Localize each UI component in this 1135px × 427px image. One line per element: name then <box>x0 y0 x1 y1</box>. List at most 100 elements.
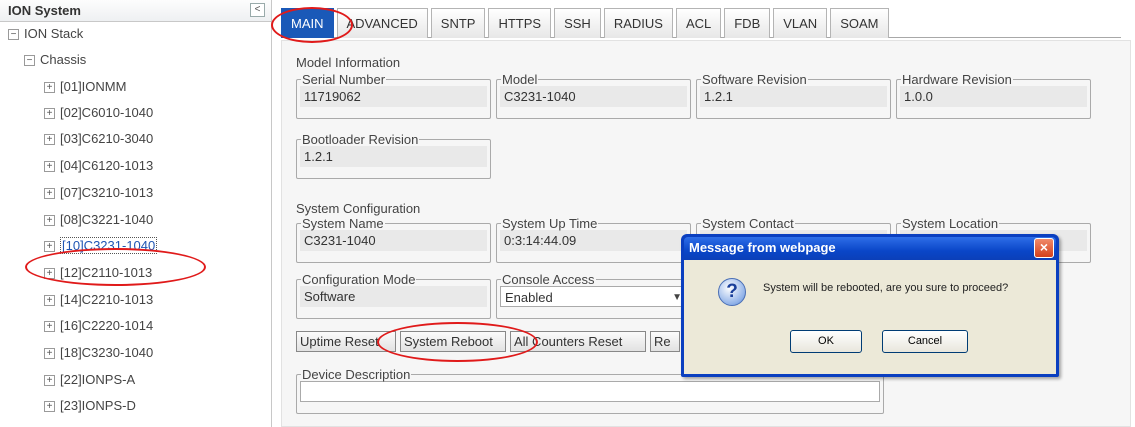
tree-item-slot-23[interactable]: + [23]IONPS-D <box>44 396 136 416</box>
tree-item-slot-04[interactable]: + [04]C6120-1013 <box>44 156 153 176</box>
tab-advanced[interactable]: ADVANCED <box>336 8 428 38</box>
cancel-button[interactable]: Cancel <box>882 330 968 353</box>
tree-item-slot-18[interactable]: + [18]C3230-1040 <box>44 343 153 363</box>
serial-number-field: Serial Number 11719062 <box>296 73 491 119</box>
expand-toggle-icon[interactable]: + <box>44 161 55 173</box>
ok-button[interactable]: OK <box>790 330 862 353</box>
tree-node-ion-stack[interactable]: − ION Stack <box>8 24 83 44</box>
tree-item-label: [18]C3230-1040 <box>60 345 154 360</box>
expand-toggle-icon[interactable]: + <box>44 108 55 120</box>
tree-node-label: ION Stack <box>24 26 84 41</box>
tree-item-slot-08[interactable]: + [08]C3221-1040 <box>44 210 153 230</box>
tree-item-slot-10-selected[interactable]: + [10]C3231-1040 <box>44 236 158 256</box>
navigation-tree-panel: ION System < − ION Stack − Chassis + [01]IO… <box>0 0 272 427</box>
system-up-time-label: System Up Time <box>502 216 598 231</box>
configuration-mode-label: Configuration Mode <box>302 272 416 287</box>
system-name-input[interactable]: C3231-1040 <box>300 230 487 251</box>
configuration-mode-value: Software <box>300 286 487 307</box>
collapse-toggle-icon[interactable]: − <box>24 55 35 67</box>
expand-toggle-icon[interactable]: + <box>44 241 55 253</box>
tree-item-slot-16[interactable]: + [16]C2220-1014 <box>44 316 153 336</box>
tree-item-label: [23]IONPS-D <box>60 398 136 413</box>
close-icon[interactable]: × <box>1034 238 1054 258</box>
tree-item-label: [07]C3210-1013 <box>60 185 154 200</box>
tree-header: ION System < <box>0 0 271 22</box>
tab-acl[interactable]: ACL <box>675 8 722 38</box>
serial-number-value: 11719062 <box>300 86 487 107</box>
tree-item-slot-01[interactable]: + [01]IONMM <box>44 77 126 97</box>
device-description-input[interactable] <box>300 381 880 402</box>
tree-item-label: [14]C2210-1013 <box>60 292 154 307</box>
software-revision-field: Software Revision 1.2.1 <box>696 73 891 119</box>
expand-toggle-icon[interactable]: + <box>44 348 55 360</box>
collapse-panel-button[interactable]: < <box>250 3 265 17</box>
bootloader-revision-field: Bootloader Revision 1.2.1 <box>296 133 491 179</box>
hardware-revision-value: 1.0.0 <box>900 86 1087 107</box>
system-name-field: System Name C3231-1040 <box>296 217 491 263</box>
all-counters-reset-button[interactable]: All Counters Reset <box>510 331 646 352</box>
tree-item-label: [03]C6210-3040 <box>60 131 154 146</box>
expand-toggle-icon[interactable]: + <box>44 188 55 200</box>
bootloader-revision-label: Bootloader Revision <box>302 132 419 147</box>
tree-node-chassis[interactable]: − Chassis <box>24 50 86 70</box>
system-configuration-heading: System Configuration <box>296 201 421 216</box>
system-up-time-field: System Up Time 0:3:14:44.09 <box>496 217 691 263</box>
expand-toggle-icon[interactable]: + <box>44 268 55 280</box>
hardware-revision-label: Hardware Revision <box>902 72 1012 87</box>
confirm-dialog: Message from webpage × ? System will be … <box>681 234 1059 377</box>
expand-toggle-icon[interactable]: + <box>44 375 55 387</box>
tab-soam[interactable]: SOAM <box>830 8 889 38</box>
console-access-field: Console Access Enabled ▼ <box>496 273 691 319</box>
tree-item-label: [08]C3221-1040 <box>60 212 154 227</box>
tree-item-label: [22]IONPS-A <box>60 372 136 387</box>
system-reboot-button[interactable]: System Reboot <box>400 331 506 352</box>
tree-item-slot-02[interactable]: + [02]C6010-1040 <box>44 103 153 123</box>
software-revision-value: 1.2.1 <box>700 86 887 107</box>
system-name-label: System Name <box>302 216 384 231</box>
tab-radius[interactable]: RADIUS <box>603 8 673 38</box>
tab-sntp[interactable]: SNTP <box>430 8 486 38</box>
tree-item-slot-03[interactable]: + [03]C6210-3040 <box>44 129 153 149</box>
model-field: Model C3231-1040 <box>496 73 691 119</box>
serial-number-label: Serial Number <box>302 72 386 87</box>
reset-button-partial[interactable]: Re <box>650 331 680 352</box>
tab-ssh[interactable]: SSH <box>554 8 601 38</box>
expand-toggle-icon[interactable]: + <box>44 215 55 227</box>
bootloader-revision-value: 1.2.1 <box>300 146 487 167</box>
dialog-body: ? System will be rebooted, are you sure … <box>684 260 1056 374</box>
tab-https[interactable]: HTTPS <box>488 8 552 38</box>
dialog-message: System will be rebooted, are you sure to… <box>763 282 1009 294</box>
tree-item-slot-22[interactable]: + [22]IONPS-A <box>44 370 135 390</box>
console-access-select[interactable]: Enabled ▼ <box>500 286 687 307</box>
model-label: Model <box>502 72 538 87</box>
system-up-time-value: 0:3:14:44.09 <box>500 230 687 251</box>
tree-item-slot-12[interactable]: + [12]C2110-1013 <box>44 263 152 283</box>
tree-title: ION System <box>8 3 81 18</box>
tree-item-label: [01]IONMM <box>60 79 127 94</box>
tree-item-label: [04]C6120-1013 <box>60 158 154 173</box>
tree-item-label: [16]C2220-1014 <box>60 318 154 333</box>
hardware-revision-field: Hardware Revision 1.0.0 <box>896 73 1091 119</box>
system-contact-label: System Contact <box>702 216 794 231</box>
dialog-title: Message from webpage <box>689 240 836 255</box>
expand-toggle-icon[interactable]: + <box>44 134 55 146</box>
console-access-value: Enabled <box>505 290 553 305</box>
uptime-reset-button[interactable]: Uptime Reset <box>296 331 396 352</box>
model-value: C3231-1040 <box>500 86 687 107</box>
tab-fdb[interactable]: FDB <box>724 8 771 38</box>
tree-item-label: [10]C3231-1040 <box>60 237 158 254</box>
device-description-label: Device Description <box>302 367 411 382</box>
expand-toggle-icon[interactable]: + <box>44 401 55 413</box>
tree-item-slot-14[interactable]: + [14]C2210-1013 <box>44 290 153 310</box>
system-location-label: System Location <box>902 216 999 231</box>
tree-item-slot-07[interactable]: + [07]C3210-1013 <box>44 183 153 203</box>
expand-toggle-icon[interactable]: + <box>44 295 55 307</box>
tab-main[interactable]: MAIN <box>281 8 334 38</box>
tab-vlan[interactable]: VLAN <box>773 8 828 38</box>
expand-toggle-icon[interactable]: + <box>44 82 55 94</box>
expand-toggle-icon[interactable]: + <box>44 321 55 333</box>
dialog-title-bar[interactable]: Message from webpage × <box>684 237 1056 260</box>
configuration-mode-field: Configuration Mode Software <box>296 273 491 319</box>
model-information-heading: Model Information <box>296 55 401 70</box>
collapse-toggle-icon[interactable]: − <box>8 29 19 41</box>
